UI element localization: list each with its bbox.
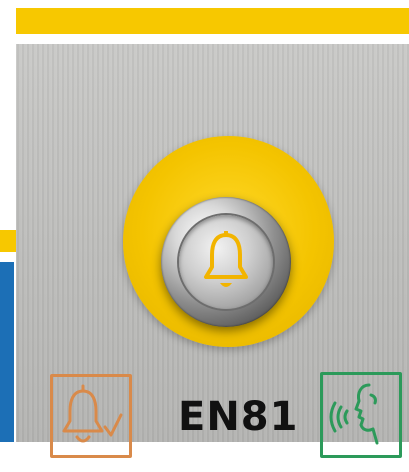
bell-acknowledged-icon xyxy=(50,374,132,458)
bell-icon xyxy=(204,231,248,287)
button-face[interactable] xyxy=(179,215,273,309)
speaking-head-icon xyxy=(329,383,379,445)
bell-check-icon xyxy=(62,384,123,443)
voice-communication-icon xyxy=(320,372,402,458)
pictogram-row: EN81 xyxy=(32,372,409,472)
alarm-button[interactable] xyxy=(161,197,291,327)
left-yellow-accent xyxy=(0,230,16,252)
standard-label: EN81 xyxy=(178,394,299,440)
left-blue-strip xyxy=(0,262,14,442)
top-yellow-bar xyxy=(16,8,409,34)
elevator-panel: EN81 xyxy=(16,44,409,458)
